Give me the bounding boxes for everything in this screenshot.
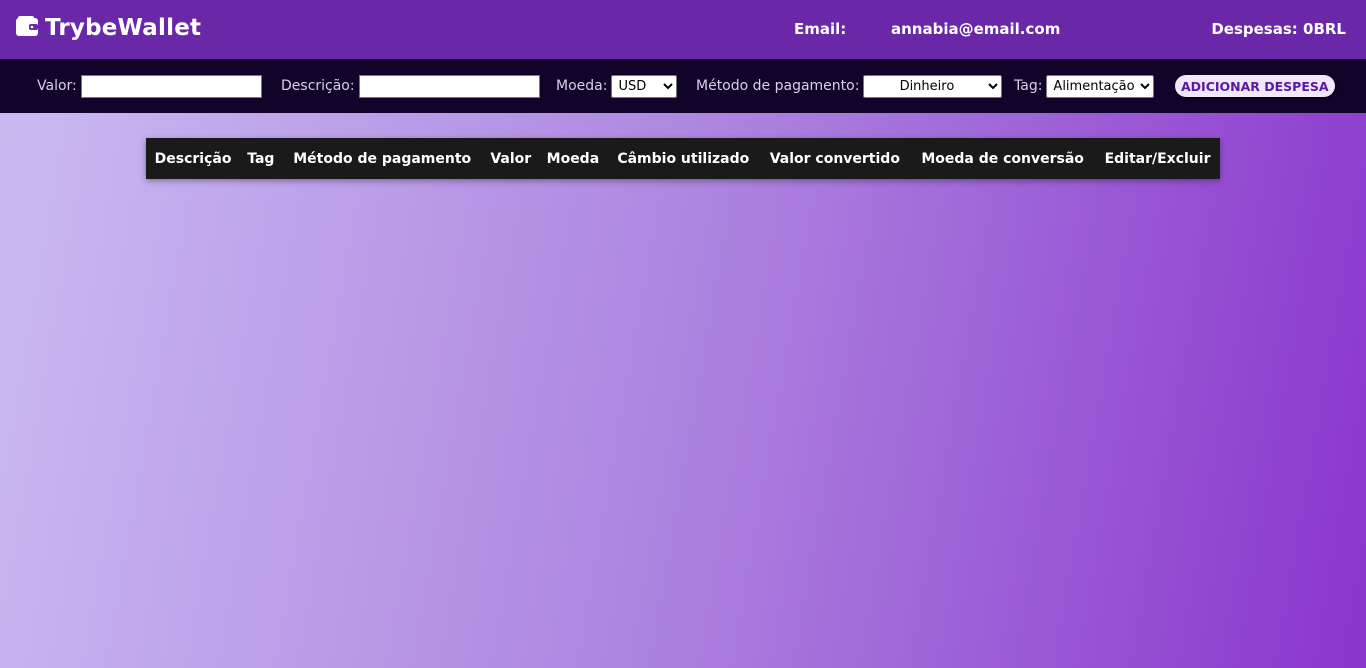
moeda-label: Moeda: [556, 78, 608, 94]
column-header: Tag [247, 150, 275, 167]
descricao-input[interactable] [358, 74, 540, 98]
column-header: Valor [490, 150, 532, 167]
valor-input[interactable] [80, 74, 262, 98]
column-header: Descrição [154, 150, 232, 167]
wallet-icon [15, 15, 39, 41]
add-expense-button[interactable]: ADICIONAR DESPESA [1175, 75, 1335, 97]
tag-label: Tag: [1014, 78, 1043, 94]
metodo-select[interactable]: Dinheiro [863, 74, 1003, 98]
column-header: Moeda [546, 150, 600, 167]
app-title: TrybeWallet [45, 15, 202, 41]
tag-select[interactable]: Alimentação [1046, 74, 1155, 98]
total-expenses: Despesas: 0BRL [1211, 20, 1346, 38]
column-header: Moeda de conversão [921, 150, 1084, 167]
column-header: Câmbio utilizado [617, 150, 750, 167]
metodo-field: Método de pagamento: Dinheiro [696, 74, 1003, 98]
descricao-field: Descrição: [281, 74, 540, 98]
expense-form: Valor: Descrição: Moeda: USD Método de p… [0, 59, 1366, 113]
metodo-label: Método de pagamento: [696, 78, 860, 94]
column-header: Valor convertido [769, 150, 900, 167]
user-email: annabia@email.com [891, 20, 1061, 38]
valor-field: Valor: [37, 74, 262, 98]
logo: TrybeWallet [15, 15, 201, 41]
email-label: Email: [794, 20, 847, 38]
app-header: TrybeWallet Email: annabia@email.com Des… [0, 0, 1366, 59]
column-header: Editar/Excluir [1104, 150, 1211, 167]
valor-label: Valor: [37, 78, 77, 94]
column-header: Método de pagamento [293, 150, 472, 167]
tag-field: Tag: Alimentação [1014, 74, 1155, 98]
moeda-select[interactable]: USD [611, 74, 678, 98]
table-header-row: Descrição Tag Método de pagamento Valor … [146, 138, 1220, 179]
moeda-field: Moeda: USD [556, 74, 678, 98]
descricao-label: Descrição: [281, 78, 355, 94]
expense-table: Descrição Tag Método de pagamento Valor … [146, 138, 1220, 179]
